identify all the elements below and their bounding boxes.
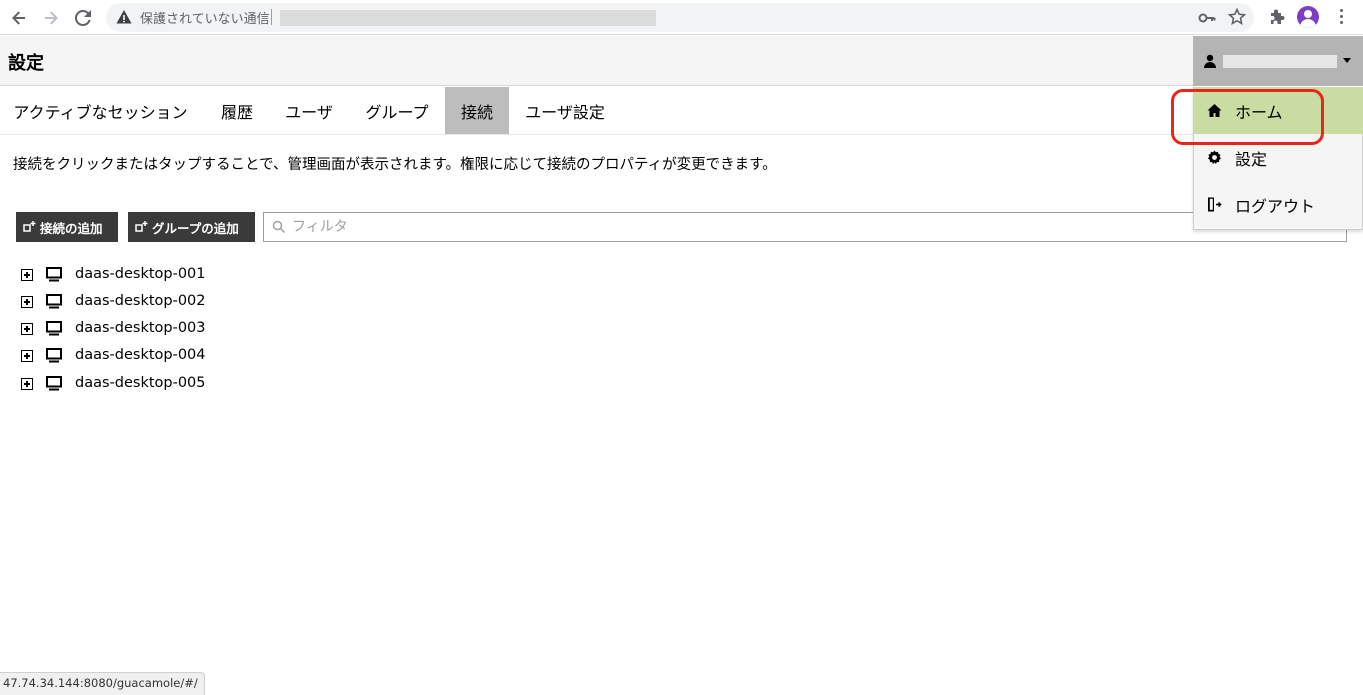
browser-toolbar: 保護されていない通信: [0, 0, 1363, 35]
forward-button[interactable]: [39, 6, 63, 30]
settings-tabs: アクティブなセッション 履歴 ユーザ グループ 接続 ユーザ設定: [0, 87, 1363, 135]
connection-row[interactable]: daas-desktop-005: [0, 371, 400, 398]
tab-label: 履歴: [220, 102, 253, 122]
browser-menu-icon[interactable]: [1336, 9, 1346, 27]
forward-arrow-icon: [45, 11, 58, 25]
tab-label: アクティブなセッション: [13, 102, 188, 122]
monitor-icon: [46, 376, 62, 391]
user-icon: [1204, 54, 1216, 68]
menu-item-label: ホーム: [1235, 103, 1283, 122]
tab-history[interactable]: 履歴: [206, 87, 268, 134]
reload-icon: [75, 10, 91, 26]
menu-item-settings[interactable]: 設定: [1194, 134, 1363, 181]
profile-avatar[interactable]: [1297, 6, 1319, 28]
menu-item-home[interactable]: ホーム: [1194, 87, 1363, 134]
page-title: 設定: [8, 53, 44, 74]
app-header: 設定: [0, 36, 1363, 86]
menu-item-label: 設定: [1235, 150, 1268, 169]
back-arrow-icon: [12, 11, 25, 25]
plug-plus-icon: [135, 221, 148, 232]
tab-connections[interactable]: 接続: [445, 87, 509, 134]
monitor-icon: [46, 267, 62, 282]
connection-name[interactable]: daas-desktop-005: [75, 375, 206, 391]
tab-active-sessions[interactable]: アクティブなセッション: [0, 87, 201, 134]
filter-input[interactable]: [292, 216, 1332, 238]
key-icon[interactable]: [1198, 9, 1216, 27]
chevron-down-icon: [1343, 58, 1351, 63]
menu-item-logout[interactable]: ログアウト: [1194, 181, 1363, 228]
tab-label: ユーザ: [285, 102, 333, 122]
add-group-button[interactable]: グループの追加: [128, 212, 255, 242]
home-icon: [1207, 104, 1222, 117]
tab-groups[interactable]: グループ: [350, 87, 444, 134]
menu-item-label: ログアウト: [1235, 197, 1316, 216]
connection-row[interactable]: daas-desktop-002: [0, 289, 400, 316]
user-menu-toggle[interactable]: [1193, 36, 1363, 86]
expand-icon[interactable]: [21, 378, 33, 390]
tab-label: ユーザ設定: [525, 102, 605, 122]
back-button[interactable]: [7, 6, 31, 30]
monitor-icon: [46, 294, 62, 309]
add-connection-button[interactable]: 接続の追加: [16, 212, 118, 242]
connection-name[interactable]: daas-desktop-001: [75, 266, 206, 282]
connection-row[interactable]: daas-desktop-001: [0, 262, 400, 289]
warning-icon: [116, 10, 132, 24]
address-separator: [271, 9, 272, 25]
reload-button[interactable]: [71, 6, 95, 30]
user-dropdown-menu: ホーム 設定 ログアウト: [1193, 87, 1363, 230]
bookmark-star-icon[interactable]: [1228, 8, 1246, 26]
search-icon: [272, 220, 285, 233]
connection-name[interactable]: daas-desktop-003: [75, 320, 206, 336]
tab-user-preferences[interactable]: ユーザ設定: [513, 87, 617, 134]
address-bar[interactable]: 保護されていない通信: [106, 3, 1254, 32]
monitor-icon: [46, 348, 62, 363]
filter-box: [263, 212, 1347, 242]
expand-icon[interactable]: [21, 296, 33, 308]
expand-icon[interactable]: [21, 323, 33, 335]
connection-row[interactable]: daas-desktop-003: [0, 316, 400, 343]
connection-name[interactable]: daas-desktop-004: [75, 347, 206, 363]
username-redacted: [1223, 55, 1337, 68]
plug-plus-icon: [23, 221, 36, 232]
expand-icon[interactable]: [21, 269, 33, 281]
gear-icon: [1207, 150, 1221, 164]
add-connection-label: 接続の追加: [40, 220, 103, 236]
monitor-icon: [46, 321, 62, 336]
tab-label: グループ: [365, 102, 429, 122]
security-status-text: 保護されていない通信: [140, 12, 270, 27]
logout-icon: [1208, 197, 1222, 212]
url-redacted: [280, 10, 656, 26]
connection-row[interactable]: daas-desktop-004: [0, 343, 400, 370]
tab-users[interactable]: ユーザ: [272, 87, 346, 134]
tab-label: 接続: [460, 102, 493, 122]
extensions-icon[interactable]: [1268, 8, 1286, 26]
add-group-label: グループの追加: [152, 220, 239, 236]
connection-name[interactable]: daas-desktop-002: [75, 293, 206, 309]
link-status-url: 47.74.34.144:8080/guacamole/#/: [0, 672, 205, 695]
expand-icon[interactable]: [21, 350, 33, 362]
section-description: 接続をクリックまたはタップすることで、管理画面が表示されます。権限に応じて接続の…: [13, 157, 777, 173]
